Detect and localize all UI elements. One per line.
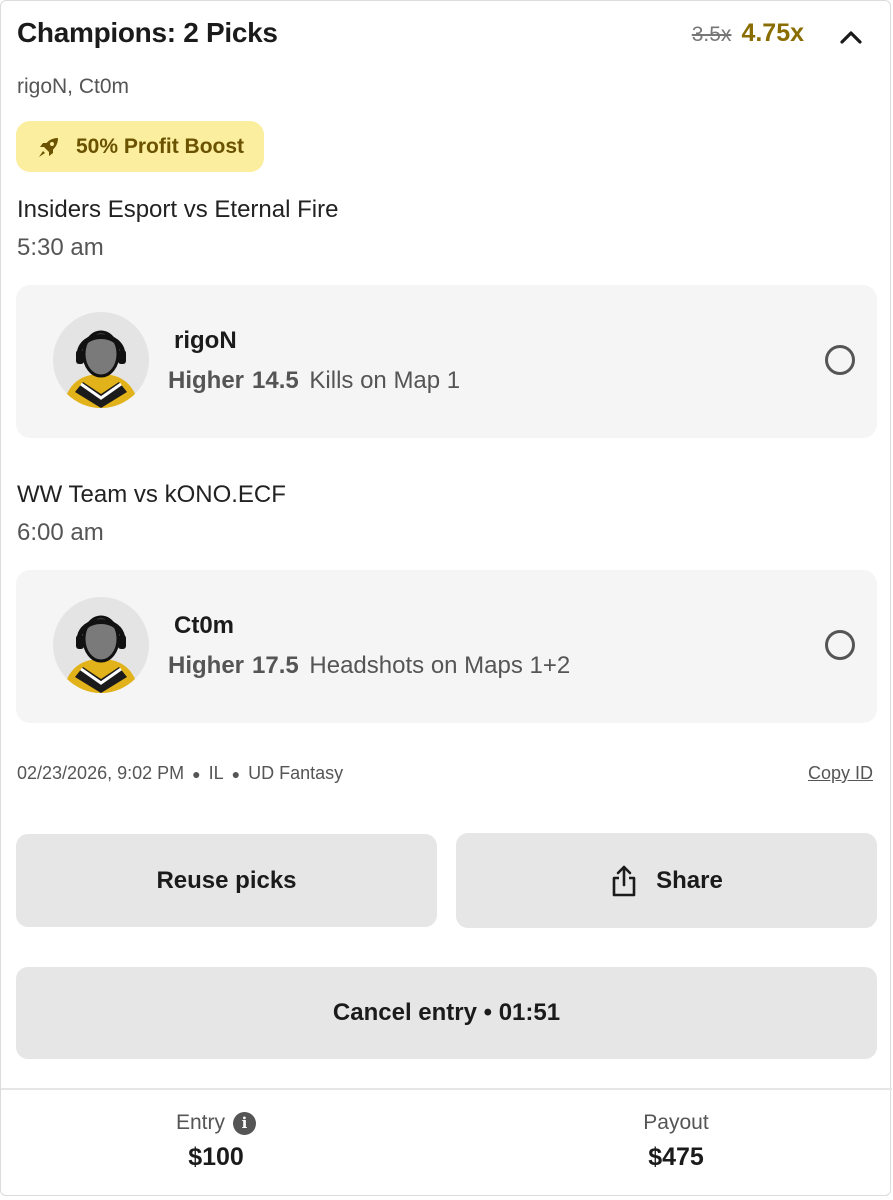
players-summary: rigoN, Ct0m <box>17 75 130 98</box>
separator-dot: ● <box>192 765 201 782</box>
payout-amount: Payout $475 <box>576 1111 776 1172</box>
share-label: Share <box>656 866 723 894</box>
pick-direction: Higher <box>168 652 245 679</box>
entry-datetime: 02/23/2026, 9:02 PM <box>17 763 185 783</box>
rocket-icon <box>39 137 58 157</box>
pick-line: Higher 17.5 Headshots on Maps 1+2 <box>168 652 570 680</box>
entry-label: Entry <box>175 1111 225 1134</box>
player-avatar <box>53 312 149 408</box>
pick-direction: Higher <box>168 367 245 394</box>
multiplier: 3.5x 4.75x <box>692 19 804 48</box>
separator-dot: ● <box>231 765 241 782</box>
profit-boost-badge: 50% Profit Boost <box>16 121 264 172</box>
profit-boost-label: 50% Profit Boost <box>76 134 245 158</box>
chevron-up-icon <box>840 31 862 44</box>
info-icon[interactable]: i <box>233 1111 256 1135</box>
match-time: 6:00 am <box>17 519 104 546</box>
player-avatar <box>53 597 149 693</box>
entry-card: Champions: 2 Picks 3.5x 4.75x rigoN, Ct0… <box>0 0 892 1196</box>
player-name: rigoN <box>174 327 237 354</box>
entry-meta: 02/23/2026, 9:02 PM ● IL ● UD Fantasy <box>17 763 343 784</box>
match-title: WW Team vs kONO.ECF <box>17 481 286 508</box>
share-button[interactable]: Share <box>456 833 877 928</box>
pick-line: Higher 14.5 Kills on Map 1 <box>168 367 460 395</box>
pick-card[interactable]: Ct0m Higher 17.5 Headshots on Maps 1+2 <box>16 570 877 723</box>
entry-value: $100 <box>188 1143 244 1171</box>
entry-title: Champions: 2 Picks <box>17 17 278 48</box>
reuse-picks-label: Reuse picks <box>156 866 297 894</box>
pick-value: 14.5 <box>252 367 299 394</box>
pick-status-radio[interactable] <box>825 630 855 660</box>
entry-brand: UD Fantasy <box>248 763 344 783</box>
pick-value: 17.5 <box>252 652 299 679</box>
entry-state: IL <box>208 763 224 783</box>
payout-value: $475 <box>648 1143 704 1171</box>
entry-amount: Entry i $100 <box>116 1111 316 1172</box>
payout-label: Payout <box>643 1111 709 1134</box>
cancel-entry-button[interactable]: Cancel entry • 01:51 <box>16 967 877 1059</box>
pick-card[interactable]: rigoN Higher 14.5 Kills on Map 1 <box>16 285 877 438</box>
match-time: 5:30 am <box>17 234 104 261</box>
boosted-multiplier: 4.75x <box>741 19 804 47</box>
cancel-entry-label: Cancel entry • 01:51 <box>332 999 561 1026</box>
collapse-button[interactable] <box>830 17 872 57</box>
pick-stat: Kills on Map 1 <box>309 367 461 394</box>
copy-id-link[interactable]: Copy ID <box>808 763 873 784</box>
reuse-picks-button[interactable]: Reuse picks <box>16 834 437 927</box>
pick-stat: Headshots on Maps 1+2 <box>309 652 571 679</box>
match-title: Insiders Esport vs Eternal Fire <box>17 196 339 223</box>
player-name: Ct0m <box>174 612 235 639</box>
pick-status-radio[interactable] <box>825 345 855 375</box>
old-multiplier: 3.5x <box>691 23 732 46</box>
share-icon <box>612 865 636 896</box>
footer-divider <box>1 1088 892 1090</box>
